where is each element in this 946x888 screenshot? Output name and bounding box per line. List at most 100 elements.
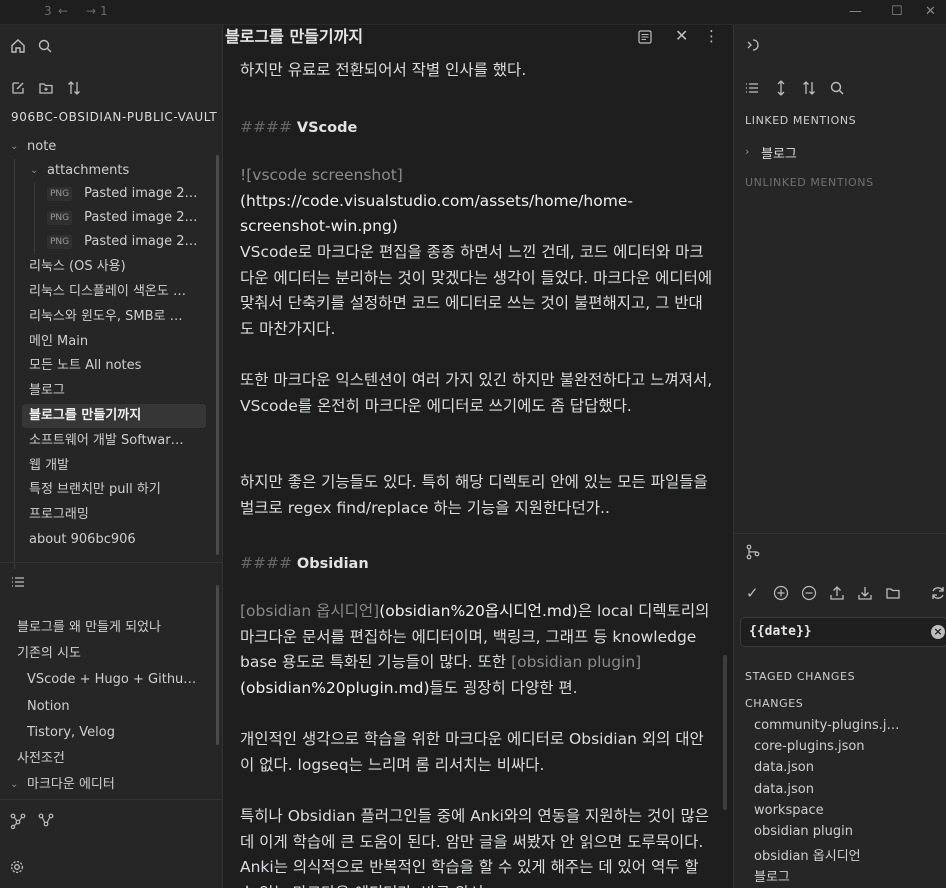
tree-file[interactable]: 리눅스 디스플레이 색온도 … [29, 280, 207, 304]
outline-heading[interactable]: VScode + Hugo + Githu… [27, 668, 207, 692]
chevron-down-icon[interactable]: ⌄ [10, 141, 18, 152]
more-options-icon[interactable]: ⋮ [704, 28, 719, 44]
tree-folder-attachments[interactable]: attachments [47, 159, 207, 183]
chevron-down-icon[interactable]: ⌄ [30, 165, 38, 176]
backlinks-icon[interactable] [745, 37, 761, 53]
outline-list-icon[interactable] [11, 575, 25, 589]
search-icon[interactable] [829, 80, 845, 96]
linked-mention-item[interactable]: 블로그 [761, 143, 797, 162]
image-url[interactable]: (https://code.visualstudio.com/assets/ho… [240, 192, 633, 236]
changed-file[interactable]: community-plugins.j… [754, 718, 914, 733]
paragraph: 하지만 좋은 기능들도 있다. 특히 해당 디렉토리 안에 있는 모든 파일들을… [240, 473, 708, 517]
paragraph: 개인적인 생각으로 학습을 위한 마크다운 에디터로 Obsidian 외의 대… [240, 730, 704, 774]
reading-view-icon[interactable] [637, 29, 653, 45]
unlinked-mentions-header[interactable]: UNLINKED MENTIONS [745, 176, 874, 189]
tree-folder-note[interactable]: note [27, 135, 207, 159]
back-history-count: 3 [44, 4, 52, 18]
changed-file[interactable]: core-plugins.json [754, 739, 914, 754]
document-title[interactable]: 블로그를 만들기까지 [225, 25, 363, 49]
sort-icon[interactable] [66, 80, 82, 96]
changes-header[interactable]: CHANGES [745, 697, 803, 710]
changed-file[interactable]: 블로그 [754, 866, 914, 885]
search-icon[interactable] [37, 38, 53, 54]
outline-heading[interactable]: 기존의 시도 [17, 642, 207, 666]
settings-gear-icon[interactable] [9, 859, 25, 875]
tree-file[interactable]: 메인 Main [29, 330, 207, 354]
tree-file[interactable]: 특정 브랜치만 pull 하기 [29, 478, 207, 502]
image-alt-link[interactable]: [vscode screenshot] [246, 166, 403, 184]
tree-file[interactable]: 블로그 [29, 379, 207, 403]
tree-file-pasted-image[interactable]: PNG Pasted image 2… [47, 230, 207, 254]
link-url[interactable]: (obsidian%20옵시디언.md) [379, 602, 578, 620]
changed-file[interactable]: obsidian 옵시디언 [754, 845, 914, 864]
editor-pane: 블로그를 만들기까지 ✕ ⋮ 하지만 유료로 전환되어서 작별 인사를 했다. … [224, 25, 732, 888]
tree-file[interactable]: 리눅스 (OS 사용) [29, 255, 207, 279]
commit-check-icon[interactable]: ✓ [746, 585, 759, 601]
close-window-icon[interactable]: ✕ [925, 4, 936, 19]
clear-input-icon[interactable]: × [931, 625, 945, 639]
vault-name[interactable]: 906BC-OBSIDIAN-PUBLIC-VAULT [11, 110, 217, 124]
minimize-icon[interactable]: — [849, 4, 862, 19]
staged-changes-header[interactable]: STAGED CHANGES [745, 670, 855, 683]
paragraph-with-links: [obsidian 옵시디언](obsidian%20옵시디언.md)은 loc… [240, 602, 710, 697]
internal-link[interactable]: [obsidian 옵시디언] [240, 602, 379, 620]
tree-file[interactable]: 소프트웨어 개발 Softwar… [29, 429, 207, 453]
internal-link[interactable]: [obsidian plugin] [511, 653, 641, 671]
png-badge: PNG [47, 235, 73, 249]
tree-file-pasted-image[interactable]: PNG Pasted image 2… [47, 206, 207, 230]
tree-file-pasted-image[interactable]: PNG Pasted image 2… [47, 182, 207, 206]
tree-file[interactable]: about 906bc906 [29, 528, 207, 552]
expand-collapse-icon[interactable] [774, 80, 788, 96]
refresh-icon[interactable] [930, 585, 946, 601]
file-tree-scrollbar[interactable] [216, 155, 219, 555]
graph-view-icon[interactable] [10, 813, 26, 829]
paragraph: 특히나 Obsidian 플러그인들 중에 Anki와의 연동을 지원하는 것이… [240, 807, 709, 888]
paragraph: VScode로 마크다운 편집을 종종 하면서 느낀 건데, 코드 에디터와 마… [240, 243, 713, 338]
commit-message-input[interactable]: {{date}} × [740, 617, 946, 647]
heading-vscode: #### VScode [240, 118, 358, 136]
changed-file[interactable]: data.json [754, 782, 914, 797]
forward-history-count: 1 [100, 4, 108, 18]
tree-file[interactable]: 리눅스와 윈도우, SMB로 … [29, 305, 207, 329]
outline-heading[interactable]: 마크다운 에디터 [27, 773, 207, 797]
tree-file[interactable]: 프로그래밍 [29, 503, 207, 527]
forward-arrow-icon[interactable]: → [86, 4, 96, 18]
git-source-control-icon[interactable] [745, 544, 761, 560]
changed-file[interactable]: obsidian plugin [754, 824, 914, 839]
image-embed-line: ![vscode screenshot](https://code.visual… [240, 166, 633, 236]
paragraph: 하지만 유료로 전환되어서 작별 인사를 했다. [240, 61, 527, 79]
changed-file[interactable]: workspace [754, 803, 914, 818]
right-sidebar: LINKED MENTIONS › 블로그 UNLINKED MENTIONS … [733, 25, 946, 888]
outline-heading[interactable]: 블로그를 왜 만들게 되었나 [17, 616, 207, 640]
sort-icon[interactable] [801, 80, 817, 96]
folder-icon[interactable] [885, 585, 901, 601]
tree-file[interactable]: 모든 노트 All notes [29, 354, 207, 378]
linked-mentions-header[interactable]: LINKED MENTIONS [745, 114, 856, 127]
push-icon[interactable] [829, 585, 845, 601]
changed-file[interactable]: data.json [754, 760, 914, 775]
new-folder-icon[interactable] [38, 80, 54, 96]
outline-scrollbar[interactable] [216, 585, 219, 745]
back-arrow-icon[interactable]: ← [58, 4, 68, 18]
tree-file[interactable]: 웹 개발 [29, 454, 207, 478]
outline-heading[interactable]: Notion [27, 695, 207, 719]
pull-icon[interactable] [857, 585, 873, 601]
outline-heading[interactable]: Tistory, Velog [27, 721, 207, 745]
png-badge: PNG [47, 211, 73, 225]
close-tab-icon[interactable]: ✕ [675, 28, 688, 44]
chevron-down-icon[interactable]: ⌄ [10, 779, 18, 790]
local-graph-icon[interactable] [38, 813, 54, 829]
editor-scrollbar[interactable] [723, 655, 727, 810]
tree-file-active[interactable]: 블로그를 만들기까지 [22, 404, 206, 428]
outline-heading[interactable]: 사전조건 [17, 747, 207, 771]
heading-obsidian: #### Obsidian [240, 554, 369, 572]
link-url[interactable]: (obsidian%20plugin.md) [240, 679, 430, 697]
home-icon[interactable] [10, 38, 26, 54]
maximize-icon[interactable]: ☐ [891, 4, 903, 19]
title-bar: 3 ← → 1 — ☐ ✕ [0, 0, 946, 25]
stage-all-icon[interactable] [773, 585, 789, 601]
chevron-right-icon[interactable]: › [745, 145, 749, 158]
new-note-icon[interactable] [10, 80, 26, 96]
unstage-all-icon[interactable] [801, 585, 817, 601]
list-view-icon[interactable] [745, 81, 759, 95]
